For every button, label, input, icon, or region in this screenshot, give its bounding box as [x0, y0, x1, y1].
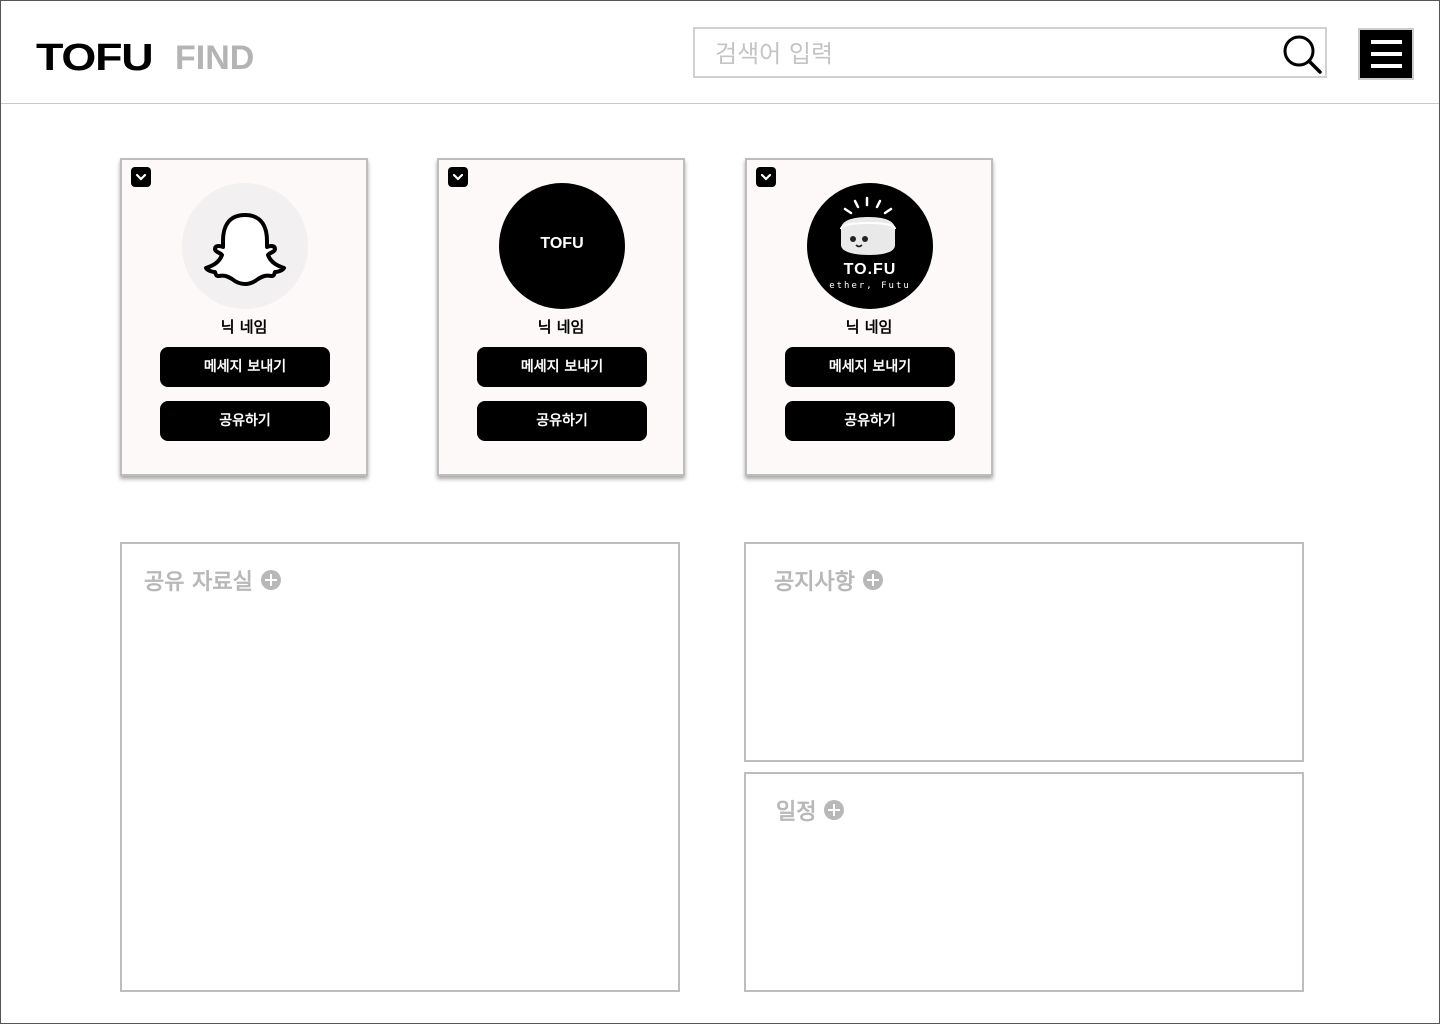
profile-card: TO.FU ether, Futu 닉 네임 메세지 보내기 공유하기 — [745, 158, 993, 476]
ghost-icon — [204, 213, 286, 286]
avatar: TO.FU ether, Futu — [807, 183, 933, 309]
header: TOFU FIND — [1, 1, 1439, 104]
menu-line-icon — [1371, 40, 1402, 44]
logo[interactable]: TOFU — [36, 37, 154, 80]
notices-label: 공지사항 — [774, 570, 855, 595]
menu-line-icon — [1371, 52, 1402, 56]
page-title: FIND — [175, 39, 255, 77]
add-circle-icon[interactable] — [862, 570, 883, 590]
nickname: 닉 네임 — [845, 318, 893, 336]
profile-card: TOFU 닉 네임 메세지 보내기 공유하기 — [437, 158, 685, 476]
send-message-button[interactable]: 메세지 보내기 — [785, 347, 955, 387]
schedule-panel: 일정 — [744, 772, 1304, 992]
profile-card: 닉 네임 메세지 보내기 공유하기 — [120, 158, 368, 476]
send-message-button[interactable]: 메세지 보내기 — [160, 347, 330, 387]
notices-title: 공지사항 — [774, 564, 883, 596]
tofu-logo: TOFU — [540, 235, 584, 252]
search-icon[interactable] — [1281, 33, 1323, 75]
shared-files-title: 공유 자료실 — [144, 564, 281, 596]
shared-files-label: 공유 자료실 — [144, 570, 253, 595]
tofu-logo-subtext: ether, Futu — [829, 281, 911, 291]
hamburger-menu-button[interactable] — [1358, 28, 1414, 80]
add-circle-icon[interactable] — [824, 800, 845, 820]
share-button[interactable]: 공유하기 — [477, 401, 647, 441]
shared-files-panel: 공유 자료실 — [120, 542, 680, 992]
menu-line-icon — [1371, 64, 1402, 68]
chevron-down-icon[interactable] — [131, 167, 151, 187]
chevron-down-icon[interactable] — [756, 167, 776, 187]
chevron-down-icon[interactable] — [448, 167, 468, 187]
schedule-label: 일정 — [776, 800, 817, 825]
nickname: 닉 네임 — [220, 318, 268, 336]
schedule-title: 일정 — [776, 794, 845, 826]
share-button[interactable]: 공유하기 — [160, 401, 330, 441]
search-input[interactable] — [713, 37, 1257, 71]
share-button[interactable]: 공유하기 — [785, 401, 955, 441]
search-bar — [693, 27, 1327, 78]
tofu-logo-text: TO.FU — [843, 261, 897, 278]
avatar — [182, 183, 308, 309]
avatar: TOFU — [499, 183, 625, 309]
add-circle-icon[interactable] — [260, 570, 281, 590]
send-message-button[interactable]: 메세지 보내기 — [477, 347, 647, 387]
notices-panel: 공지사항 — [744, 542, 1304, 762]
nickname: 닉 네임 — [537, 318, 585, 336]
